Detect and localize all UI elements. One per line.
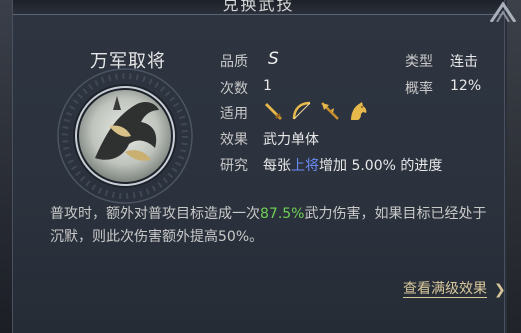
research-text: 每张上将增加 5.00% 的进度 [263, 155, 442, 175]
skill-description: 普攻时，额外对普攻目标造成一次87.5%武力伤害，如果目标已经处于沉默，则此次伤… [50, 203, 490, 249]
rate-label: 概率 [405, 81, 433, 97]
count-label: 次数 [220, 81, 248, 97]
research-label: 研究 [220, 158, 248, 174]
applies-label: 适用 [220, 106, 248, 122]
type-value: 连击 [450, 54, 478, 70]
skill-icon [57, 68, 193, 204]
sword-icon [265, 103, 282, 120]
bow-icon [292, 101, 311, 120]
background-left [0, 0, 12, 333]
background-right [507, 0, 521, 333]
view-max-level-link[interactable]: 查看满级效果 [403, 281, 487, 298]
quality-value: S [268, 49, 279, 69]
research-highlight: 上将 [291, 158, 319, 174]
description-highlight: 87.5% [260, 206, 305, 222]
type-label: 类型 [405, 54, 433, 70]
spear-icon [321, 102, 339, 120]
research-suffix: 增加 5.00% 的进度 [319, 158, 443, 174]
chevron-right-icon[interactable]: ❯ [494, 282, 506, 298]
close-icon[interactable] [487, 0, 519, 22]
rate-value: 12% [450, 78, 482, 94]
effect-label: 效果 [220, 132, 248, 148]
quality-label: 品质 [220, 54, 248, 70]
effect-value: 武力单体 [263, 132, 319, 148]
horse-icon [351, 102, 367, 120]
description-part1: 普攻时，额外对普攻目标造成一次 [50, 206, 260, 222]
skill-exchange-panel: 兑换武技 万军取将 品质 S 类型 连击 次数 1 概率 12% 适用 效果 武… [12, 0, 517, 333]
count-value: 1 [263, 78, 272, 94]
research-prefix: 每张 [263, 158, 291, 174]
window-title: 兑换武技 [222, 0, 295, 14]
